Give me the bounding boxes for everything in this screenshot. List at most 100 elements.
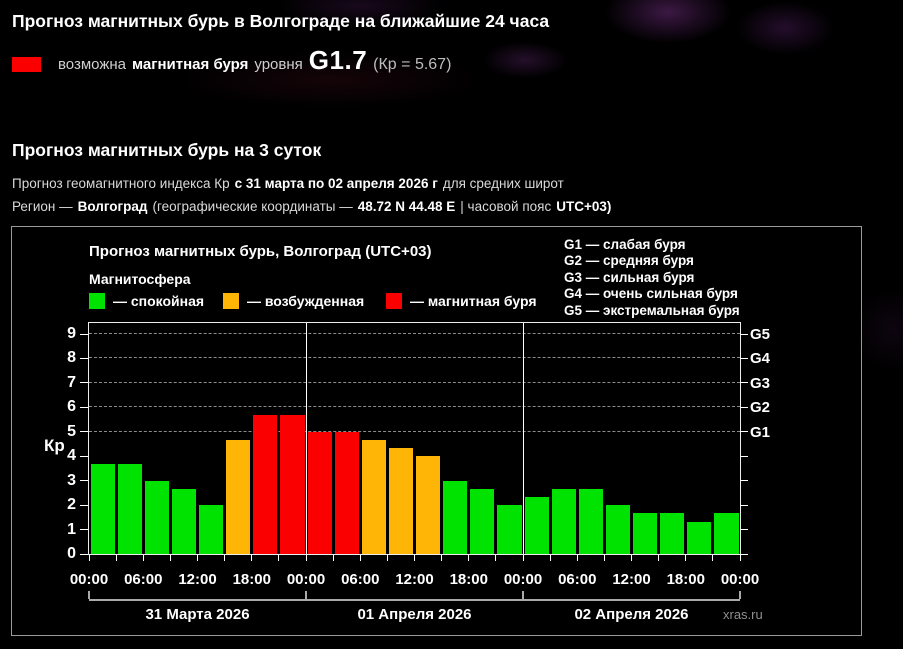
chart-title: Прогноз магнитных бурь, Волгоград (UTC+0… [89, 243, 432, 260]
day-label: 01 Апреля 2026 [335, 606, 495, 623]
day-separator [306, 323, 307, 554]
day-bracket-tick [88, 591, 90, 599]
kp-bar-plot [88, 322, 741, 555]
x-axis-time-label: 06:00 [337, 571, 383, 588]
kp-bar [145, 481, 169, 554]
kp-bar [199, 505, 223, 554]
y-axis-tick [80, 505, 88, 506]
right-axis-tick [740, 334, 748, 335]
x-axis-time-label: 18:00 [446, 571, 492, 588]
forecast-subtitle: Прогноз геомагнитного индекса Кр с 31 ма… [12, 176, 564, 191]
x-axis-tick [550, 555, 551, 561]
excited-swatch [223, 293, 239, 309]
coords-value: 48.72 N 44.48 E [358, 199, 456, 214]
x-axis-tick [441, 555, 442, 561]
x-axis-tick [685, 555, 686, 561]
kp-bar [172, 489, 196, 554]
alert-storm-text: магнитная буря [132, 56, 248, 73]
x-axis-tick [414, 555, 415, 561]
right-axis-label-g5: G5 [750, 326, 770, 343]
day-label: 31 Марта 2026 [118, 606, 278, 623]
right-axis-tick [740, 480, 748, 481]
kp-bar [606, 505, 630, 554]
x-axis-tick [495, 555, 496, 561]
right-axis-label-g4: G4 [750, 350, 770, 367]
g3-legend-line: G3 — сильная буря [564, 270, 740, 286]
right-axis-label-g1: G1 [750, 424, 770, 441]
legend-label: — возбужденная [247, 293, 364, 309]
region-name: Волгоград [78, 199, 148, 214]
kp-bar [660, 513, 684, 554]
y-axis-tick [80, 529, 88, 530]
y-axis-tick-label: 8 [46, 349, 76, 367]
x-axis-time-label: 12:00 [609, 571, 655, 588]
kp-bar [91, 464, 115, 554]
right-axis-tick [740, 456, 748, 457]
alert-text: возможна [58, 56, 126, 73]
storm-level-swatch [12, 57, 41, 72]
page: Прогноз магнитных бурь в Волгограде на б… [0, 0, 903, 649]
x-axis-tick [224, 555, 225, 561]
timezone-value: UTC+03) [556, 199, 611, 214]
subtitle-text: для средних широт [443, 176, 564, 191]
day-bracket-line [89, 599, 740, 601]
y-axis-tick-label: 9 [46, 325, 76, 343]
x-axis-tick [170, 555, 171, 561]
x-axis-tick [143, 555, 144, 561]
x-axis-time-label: 06:00 [554, 571, 600, 588]
y-axis-tick [80, 456, 88, 457]
kp-bar [497, 505, 521, 554]
subtitle-daterange: с 31 марта по 02 апреля 2026 г [235, 176, 438, 191]
x-axis-time-label: 12:00 [175, 571, 221, 588]
x-axis-time-label: 18:00 [229, 571, 275, 588]
kp-bar [308, 432, 332, 554]
alert-kp-value: (Кр = 5.67) [373, 56, 451, 74]
kp-bar [226, 440, 250, 554]
kp-bar [687, 522, 711, 555]
x-axis-tick [197, 555, 198, 561]
watermark-xras: xras.ru [723, 607, 763, 622]
day-separator [523, 323, 524, 554]
x-axis-time-label: 18:00 [663, 571, 709, 588]
kp-bar [579, 489, 603, 554]
kp-bar [280, 415, 304, 554]
y-axis-tick-label: 0 [46, 545, 76, 563]
x-axis-time-label: 06:00 [120, 571, 166, 588]
g2-legend-line: G2 — средняя буря [564, 253, 740, 269]
day-bracket-tick [305, 591, 307, 599]
legend-label: — магнитная буря [410, 293, 537, 309]
region-word: Регион — [12, 199, 73, 214]
y-axis-tick [80, 358, 88, 359]
x-axis-tick [523, 555, 524, 561]
y-axis-tick [80, 334, 88, 335]
gridline-kp6 [89, 406, 740, 407]
kp-bar [118, 464, 142, 554]
timezone-word: | часовой пояс [460, 199, 551, 214]
right-axis-label-g3: G3 [750, 375, 770, 392]
gridline-kp5 [89, 431, 740, 432]
y-axis-tick [80, 407, 88, 408]
x-axis-tick [740, 555, 741, 561]
right-axis-tick [740, 431, 748, 432]
legend-label: — спокойная [113, 293, 204, 309]
y-axis-tick-label: 1 [46, 521, 76, 539]
page-title-3day: Прогноз магнитных бурь на 3 суток [12, 140, 321, 161]
kp-bar [335, 432, 359, 554]
storm-swatch [386, 293, 402, 309]
right-axis-tick [740, 505, 748, 506]
kp-bar [416, 456, 440, 554]
kp-bar [443, 481, 467, 554]
x-axis-tick [631, 555, 632, 561]
x-axis-tick [333, 555, 334, 561]
x-axis-tick [577, 555, 578, 561]
gridline-kp9 [89, 333, 740, 334]
y-axis-tick [80, 431, 88, 432]
g4-legend-line: G4 — очень сильная буря [564, 286, 740, 302]
x-axis-tick [89, 555, 90, 561]
x-axis-time-label: 00:00 [717, 571, 763, 588]
right-axis-tick [740, 529, 748, 530]
kp-bar [470, 489, 494, 554]
legend-item-excited: — возбужденная [223, 293, 364, 309]
x-axis-tick [712, 555, 713, 561]
x-axis-tick [251, 555, 252, 561]
